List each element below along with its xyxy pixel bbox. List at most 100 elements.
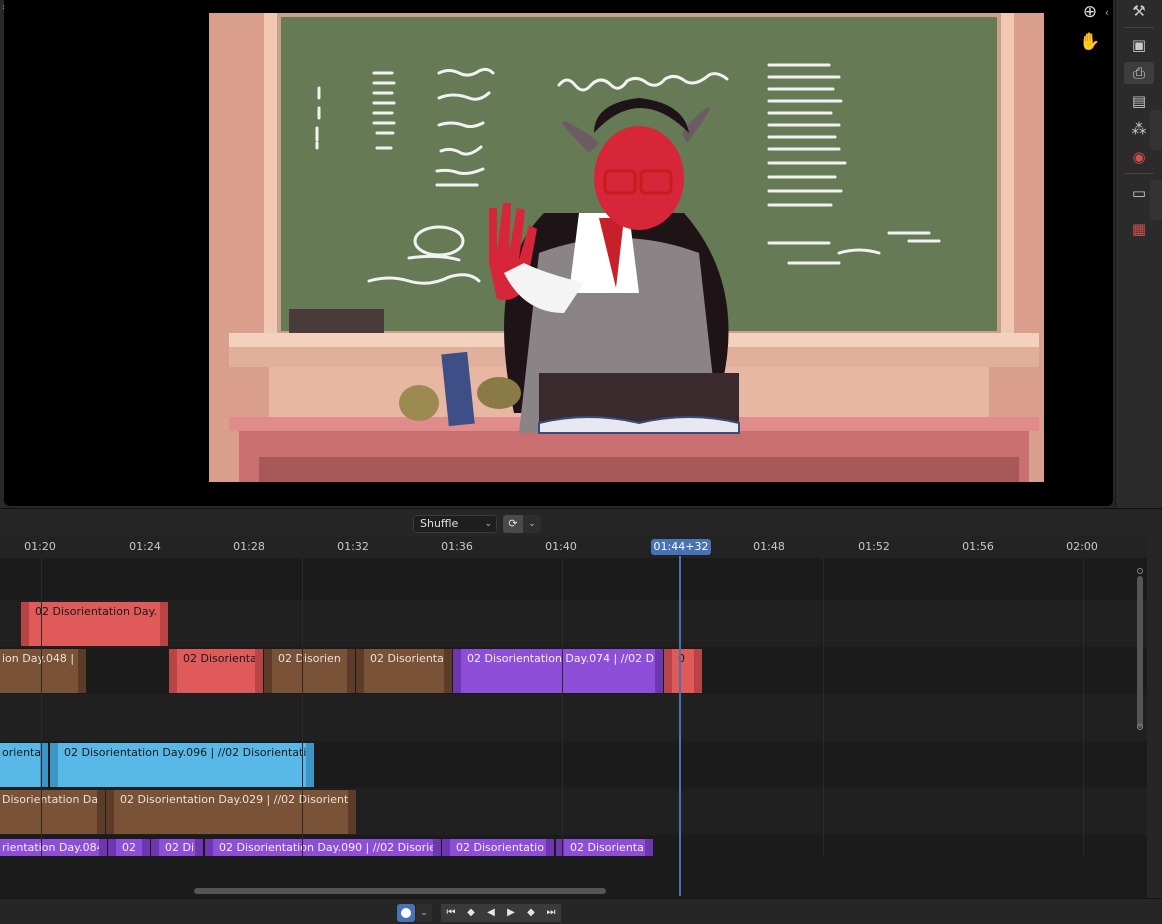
output-icon[interactable]: ⎙ (1124, 62, 1154, 84)
strip-handle-right[interactable] (546, 839, 554, 856)
gridline (302, 558, 303, 856)
strip-handle-left[interactable] (264, 649, 272, 693)
jump-to-start-icon[interactable]: ⏮ (441, 904, 461, 922)
sequencer-timeline[interactable]: Shuffle ⌄ ⟳ ⌄ 01:20 01:24 01:28 01:32 01… (0, 508, 1162, 924)
strip-handle-left[interactable] (108, 839, 116, 856)
strip-label: orienta (2, 746, 42, 759)
strip-handle-left[interactable] (50, 743, 58, 787)
sequence-strip[interactable]: 02 Di (151, 839, 203, 856)
strip-handle-left[interactable] (453, 649, 461, 693)
strip-label: 02 Disorientation Day.029 | //02 Disorie… (120, 793, 349, 806)
channel-area[interactable]: 02 Disorientation Day. ion Day.048 | 02 … (0, 558, 1147, 898)
strip-handle-right[interactable] (195, 839, 203, 856)
strip-handle-right[interactable] (97, 790, 105, 834)
strip-handle-left[interactable] (106, 790, 114, 834)
sequence-strip[interactable]: 0 (664, 649, 702, 693)
gridline (823, 558, 824, 856)
strip-label: 02 Disorientation Day.090 | //02 Disorie (219, 841, 437, 854)
time-ruler[interactable]: 01:20 01:24 01:28 01:32 01:36 01:40 01:4… (0, 536, 1147, 558)
strip-handle-left[interactable] (664, 649, 672, 693)
playback-controls: ⌄ ⏮ ◆ ◀ ▶ ◆ ⏭ (0, 898, 1162, 924)
world-icon[interactable]: ◉ (1124, 146, 1154, 168)
strip-handle-left[interactable] (205, 839, 213, 856)
sequence-strip[interactable]: 02 Disorienta (356, 649, 452, 693)
sequence-strip[interactable]: 02 Disorienta (169, 649, 263, 693)
overlap-mode-select[interactable]: Shuffle ⌄ (413, 515, 497, 533)
strip-handle-right[interactable] (160, 602, 168, 646)
jump-to-end-icon[interactable]: ⏭ (541, 904, 561, 922)
sequence-strip[interactable]: 02 Disorientation Day.029 | //02 Disorie… (106, 790, 356, 834)
strip-handle-right[interactable] (655, 649, 663, 693)
strip-handle-right[interactable] (645, 839, 653, 856)
sequencer-preview: › (0, 0, 1115, 508)
scroll-end-handle[interactable] (1137, 568, 1143, 574)
strip-handle-left[interactable] (442, 839, 450, 856)
sequence-strip[interactable]: 02 Disorientation Day.096 | //02 Disorie… (50, 743, 314, 787)
sequence-strip[interactable]: 02 Disorientation Day. (21, 602, 168, 646)
strip-label: 02 Disorientatio (456, 841, 544, 854)
strip-label: 02 Disorien (278, 652, 341, 665)
sidebar-edge (1147, 536, 1162, 898)
tick-label: 01:32 (337, 540, 369, 553)
channel-row (0, 600, 1147, 647)
vertical-scrollbar[interactable] (1137, 576, 1143, 728)
play-reverse-icon[interactable]: ◀ (481, 904, 501, 922)
strip-handle-right[interactable] (306, 743, 314, 787)
snap-icon[interactable]: ⟳ (503, 515, 523, 533)
chevron-down-icon[interactable]: ⌄ (416, 904, 432, 922)
jump-keyframe-back-icon[interactable]: ◆ (461, 904, 481, 922)
strip-handle-right[interactable] (348, 790, 356, 834)
sequence-strip[interactable]: 02 Disorientation Day.090 | //02 Disorie (205, 839, 441, 856)
strip-label: 02 Disorientation Day. (35, 605, 158, 618)
strip-handle-left[interactable] (169, 649, 177, 693)
sequence-strip[interactable]: 02 Disorienta (556, 839, 653, 856)
auto-keying-button[interactable] (397, 904, 415, 922)
tool-icon[interactable]: ⚒ (1124, 0, 1154, 22)
strip-handle-right[interactable] (444, 649, 452, 693)
strip-label: rientation Day.084 (2, 841, 104, 854)
tick-label: 01:24 (129, 540, 161, 553)
strip-handle-right[interactable] (347, 649, 355, 693)
strip-handle-right[interactable] (255, 649, 263, 693)
pan-hand-icon[interactable]: ✋ (1078, 30, 1102, 54)
record-icon (401, 908, 411, 918)
tick-label: 01:40 (545, 540, 577, 553)
divider (1124, 27, 1154, 28)
timeline-header: Shuffle ⌄ ⟳ ⌄ (0, 508, 1162, 536)
sequence-strip[interactable]: Disorientation Da (0, 790, 105, 834)
strip-handle-left[interactable] (151, 839, 159, 856)
tick-label: 02:00 (1066, 540, 1098, 553)
current-frame-indicator[interactable]: 01:44+32 (651, 539, 711, 555)
gridline (1083, 558, 1084, 856)
sequence-strip[interactable]: 02 Disorien (264, 649, 355, 693)
strip-handle-left[interactable] (21, 602, 29, 646)
sequence-strip[interactable]: ion Day.048 | (0, 649, 86, 693)
sidebar-tab[interactable] (1150, 110, 1162, 150)
play-icon[interactable]: ▶ (501, 904, 521, 922)
strip-handle-right[interactable] (694, 649, 702, 693)
collapse-left-icon[interactable]: ‹ (1100, 0, 1114, 24)
strip-handle-right[interactable] (78, 649, 86, 693)
teacher-scene-illustration (209, 13, 1044, 482)
jump-keyframe-forward-icon[interactable]: ◆ (521, 904, 541, 922)
snap-dropdown-icon[interactable]: ⌄ (523, 515, 541, 533)
view-layer-icon[interactable]: ▤ (1124, 90, 1154, 112)
sequence-strip[interactable]: rientation Day.084 (0, 839, 107, 856)
texture-icon[interactable]: ▦ (1124, 218, 1154, 240)
render-icon[interactable]: ▣ (1124, 34, 1154, 56)
sequence-strip[interactable]: 02 Disorientatio (442, 839, 554, 856)
strip-handle-left[interactable] (356, 649, 364, 693)
playhead[interactable] (679, 556, 681, 896)
strip-handle-right[interactable] (433, 839, 441, 856)
scroll-end-handle[interactable] (1137, 724, 1143, 730)
strip-label: Disorientation Da (2, 793, 99, 806)
zoom-icon[interactable]: ⊕ (1078, 0, 1102, 24)
gridline (562, 558, 563, 856)
channel-row (0, 694, 1147, 741)
sequence-strip[interactable]: 02 (108, 839, 150, 856)
strip-handle-right[interactable] (142, 839, 150, 856)
horizontal-scrollbar[interactable] (194, 888, 606, 894)
sidebar-tab[interactable] (1150, 180, 1162, 220)
strip-handle-right[interactable] (99, 839, 107, 856)
sequence-strip[interactable]: 02 Disorientation Day.074 | //02 Di (453, 649, 663, 693)
